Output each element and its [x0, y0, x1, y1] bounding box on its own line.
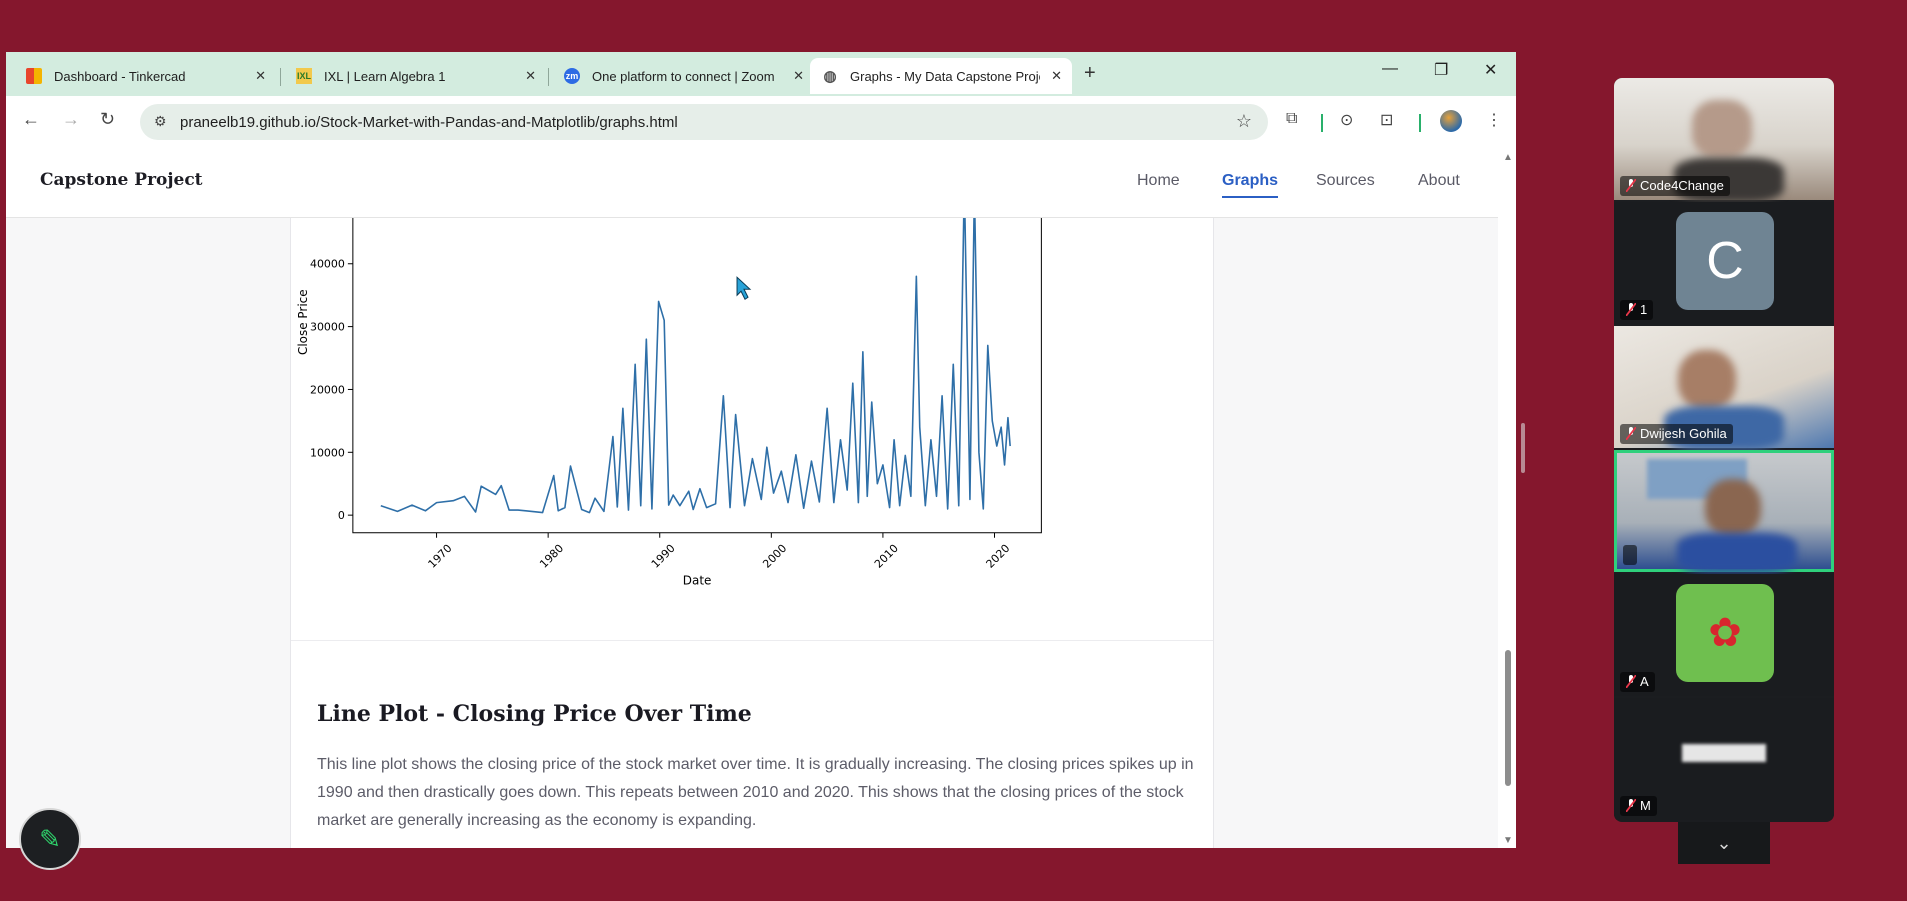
y-tick-label: 0: [338, 509, 345, 522]
toolbar-divider: [1419, 114, 1421, 132]
reload-icon[interactable]: ↻: [100, 109, 115, 130]
zoom-gallery: Code4Change C 1 Dwijesh Gohila ✿ A M: [1614, 78, 1834, 822]
participant-avatar: C: [1676, 212, 1774, 310]
pencil-icon: ✎: [39, 823, 61, 854]
close-price-series-line: [380, 191, 1011, 514]
tab-label: IXL | Learn Algebra 1: [324, 68, 446, 84]
participant-tile[interactable]: ✿ A: [1614, 574, 1834, 696]
card-title: Line Plot - Closing Price Over Time: [317, 701, 752, 727]
tab-label: Dashboard - Tinkercad: [54, 68, 186, 84]
card-description: This line plot shows the closing price o…: [317, 756, 1194, 829]
card-divider: [291, 640, 1213, 641]
tab-separator: [548, 68, 549, 86]
tab-graphs[interactable]: ◍ Graphs - My Data Capstone Project ✕: [810, 58, 1072, 94]
y-axis-label: Close Price: [296, 289, 310, 355]
site-brand[interactable]: Capstone Project: [40, 170, 203, 190]
site-settings-icon[interactable]: ⚙: [154, 113, 167, 130]
scroll-down-icon[interactable]: ▼: [1503, 835, 1513, 846]
mouse-cursor-icon: [736, 276, 752, 300]
page-scrollbar[interactable]: ▲ ▼: [1500, 150, 1516, 848]
closing-price-chart: 0100002000030000400005000019701980199020…: [296, 191, 1042, 588]
participant-name: Dwijesh Gohila: [1620, 424, 1733, 444]
extensions-icon[interactable]: ⧉: [1286, 110, 1297, 128]
tab-label: Graphs - My Data Capstone Project: [850, 68, 1040, 84]
x-tick-label: 1970: [426, 542, 455, 571]
scroll-thumb[interactable]: [1505, 650, 1511, 786]
blurred-name-card: [1682, 744, 1766, 762]
forward-icon[interactable]: →: [62, 109, 80, 130]
y-tick-label: 30000: [310, 321, 345, 334]
muted-mic-icon: [1626, 303, 1636, 316]
participant-name: Code4Change: [1620, 176, 1730, 196]
ixl-icon: IXL: [296, 68, 312, 84]
participant-tile[interactable]: C 1: [1614, 202, 1834, 324]
y-tick-label: 40000: [310, 258, 345, 271]
x-tick-label: 1980: [537, 542, 566, 571]
tab-label: One platform to connect | Zoom: [592, 68, 775, 84]
nav-graphs[interactable]: Graphs: [1222, 172, 1279, 198]
lens-icon[interactable]: ⊙: [1340, 110, 1353, 130]
participant-tile-active[interactable]: [1614, 450, 1834, 573]
scroll-up-icon[interactable]: ▲: [1503, 152, 1513, 163]
participant-tile[interactable]: M: [1614, 698, 1834, 820]
chevron-down-icon: ⌄: [1716, 832, 1732, 853]
x-tick-label: 2000: [760, 542, 789, 571]
muted-mic-icon: [1626, 799, 1636, 812]
close-icon[interactable]: ✕: [793, 68, 804, 84]
tab-strip: Dashboard - Tinkercad ✕ IXL IXL | Learn …: [6, 52, 1516, 96]
participant-tile[interactable]: Code4Change: [1614, 78, 1834, 202]
x-axis-label: Date: [683, 574, 712, 588]
x-tick-label: 2010: [872, 542, 901, 571]
nav-about[interactable]: About: [1418, 172, 1460, 190]
panel-resize-handle[interactable]: [1521, 423, 1525, 473]
tab-separator: [280, 68, 281, 86]
y-tick-label: 20000: [310, 383, 345, 396]
browser-window: Dashboard - Tinkercad ✕ IXL IXL | Learn …: [6, 52, 1516, 848]
participant-name: A: [1620, 672, 1655, 692]
participant-avatar: ✿: [1676, 584, 1774, 682]
address-bar[interactable]: ⚙ praneelb19.github.io/Stock-Market-with…: [140, 104, 1268, 140]
gallery-scroll-down-button[interactable]: ⌄: [1678, 822, 1770, 864]
tab-search-icon[interactable]: ⊡: [1380, 110, 1393, 130]
bookmark-star-icon[interactable]: ☆: [1236, 111, 1252, 132]
participant-name: 1: [1620, 300, 1654, 320]
nav-sources[interactable]: Sources: [1316, 172, 1375, 190]
close-icon[interactable]: ✕: [255, 68, 266, 84]
browser-toolbar: ← → ↻ ⚙ praneelb19.github.io/Stock-Marke…: [6, 96, 1516, 150]
muted-mic-icon: [1626, 427, 1636, 440]
close-icon[interactable]: ✕: [1051, 68, 1062, 84]
toolbar-divider: [1321, 114, 1323, 132]
restore-icon[interactable]: ❐: [1434, 60, 1448, 80]
profile-avatar[interactable]: [1440, 110, 1462, 132]
graph-card: 0100002000030000400005000019701980199020…: [290, 190, 1214, 848]
site-header: Capstone Project Home Graphs Sources Abo…: [6, 150, 1498, 218]
tab-ixl[interactable]: IXL IXL | Learn Algebra 1 ✕: [284, 58, 546, 94]
close-window-icon[interactable]: ✕: [1484, 60, 1497, 80]
page-content: Capstone Project Home Graphs Sources Abo…: [6, 150, 1498, 848]
back-icon[interactable]: ←: [22, 109, 40, 130]
tinkercad-icon: [26, 68, 42, 84]
nav-home[interactable]: Home: [1137, 172, 1180, 190]
globe-icon: ◍: [823, 68, 837, 85]
muted-mic-icon: [1626, 179, 1636, 192]
participant-name: [1623, 545, 1637, 565]
participant-name: M: [1620, 796, 1657, 816]
x-tick-label: 1990: [649, 542, 678, 571]
new-tab-button[interactable]: +: [1084, 62, 1096, 85]
zoom-icon: zm: [564, 68, 580, 84]
url-text[interactable]: praneelb19.github.io/Stock-Market-with-P…: [180, 114, 678, 131]
edit-pencil-button[interactable]: ✎: [19, 808, 81, 870]
tab-zoom[interactable]: zm One platform to connect | Zoom ✕: [552, 58, 814, 94]
muted-mic-icon: [1626, 675, 1636, 688]
minimize-icon[interactable]: —: [1382, 60, 1398, 78]
x-tick-label: 2020: [984, 542, 1013, 571]
y-tick-label: 10000: [310, 446, 345, 459]
close-icon[interactable]: ✕: [525, 68, 536, 84]
participant-video: [1617, 453, 1831, 573]
participant-tile[interactable]: Dwijesh Gohila: [1614, 326, 1834, 450]
menu-icon[interactable]: ⋮: [1486, 110, 1502, 130]
tab-tinkercad[interactable]: Dashboard - Tinkercad ✕: [14, 58, 276, 94]
